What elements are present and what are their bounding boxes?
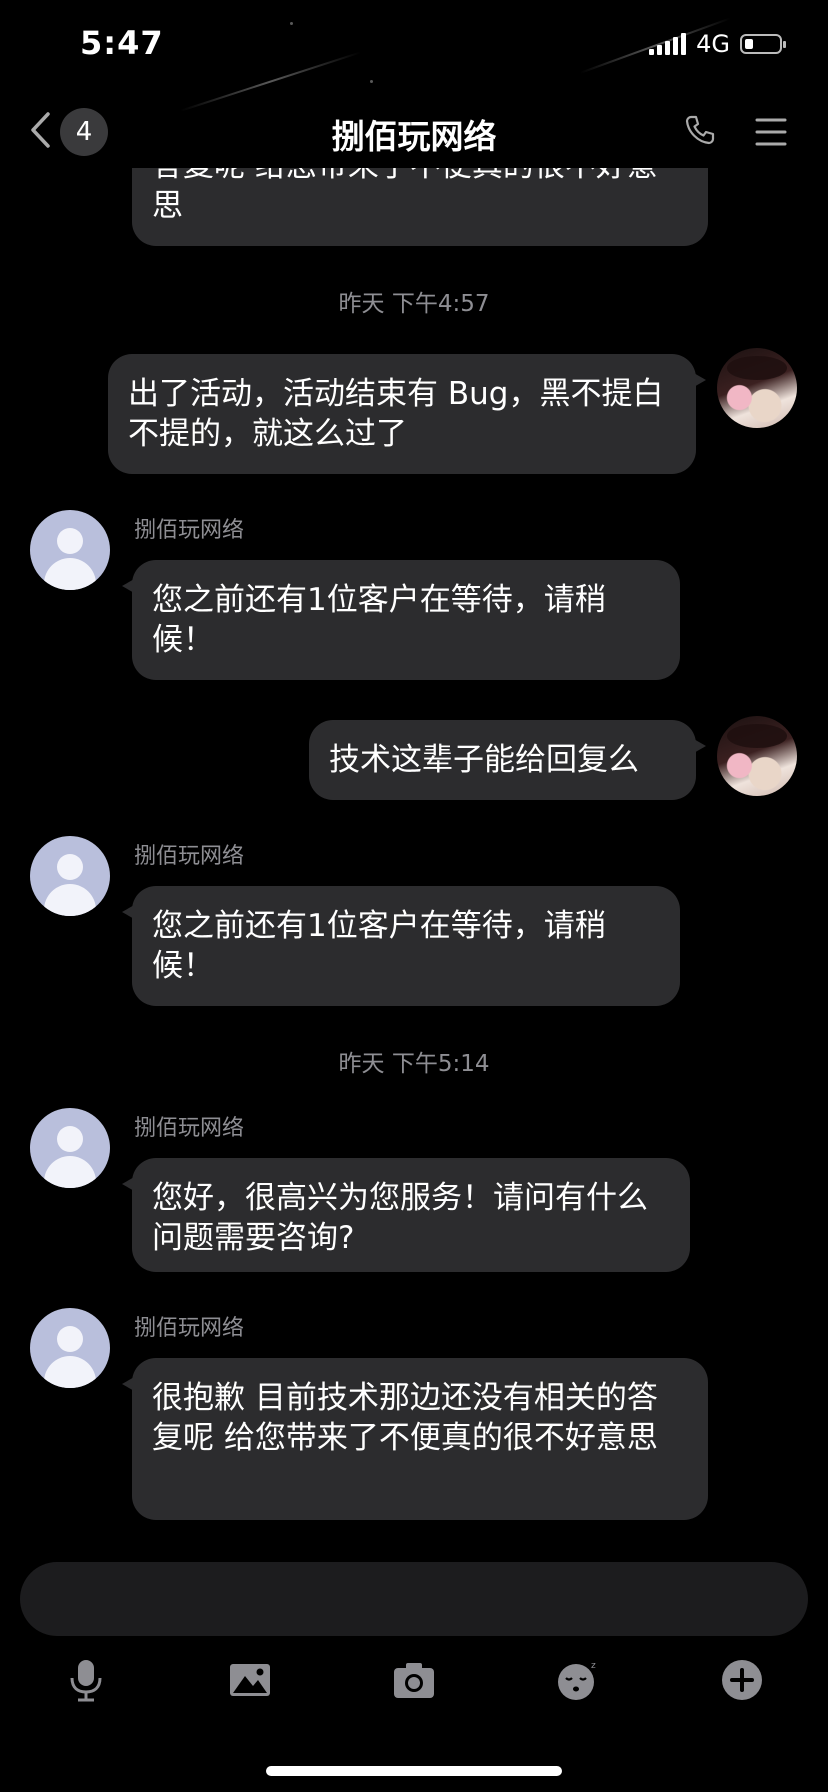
background-star xyxy=(290,22,293,25)
message-bubble-outgoing: 出了活动，活动结束有 Bug，黑不提白不提的，就这么过了 xyxy=(108,354,706,474)
timestamp-separator: 昨天 下午5:14 xyxy=(338,1051,490,1077)
chat-message-list[interactable]: 答复呢 给您带来了不便真的很不好意思 昨天 下午4:57 出了活动，活动结束有 … xyxy=(0,168,828,1553)
sender-name: 捌佰玩网络 xyxy=(134,518,245,543)
message-bubble-incoming: 您好，很高兴为您服务！请问有什么问题需要咨询? xyxy=(122,1158,690,1272)
menu-icon[interactable] xyxy=(755,117,787,147)
sticker-icon[interactable]: z xyxy=(556,1658,600,1702)
sender-name: 捌佰玩网络 xyxy=(134,1116,245,1141)
agent-avatar[interactable] xyxy=(30,510,110,590)
message-bubble-partial: 答复呢 给您带来了不便真的很不好意思 xyxy=(132,168,708,246)
sender-name: 捌佰玩网络 xyxy=(134,1316,245,1341)
message-text: 很抱歉 目前技术那边还没有相关的答复呢 给您带来了不便真的很不好意思 xyxy=(152,1380,658,1456)
network-type: 4G xyxy=(696,30,730,58)
agent-avatar[interactable] xyxy=(30,836,110,916)
agent-avatar[interactable] xyxy=(30,1108,110,1188)
signal-icon xyxy=(649,33,687,55)
agent-avatar[interactable] xyxy=(30,1308,110,1388)
image-icon[interactable] xyxy=(228,1658,272,1702)
phone-icon[interactable] xyxy=(684,114,716,146)
message-text: 您之前还有1位客户在等待，请稍候！ xyxy=(152,582,606,658)
battery-level xyxy=(745,39,753,49)
status-time: 5:47 xyxy=(80,24,164,62)
message-bubble-outgoing: 技术这辈子能给回复么 xyxy=(309,720,706,800)
microphone-icon[interactable] xyxy=(64,1658,108,1702)
status-icons: 4G xyxy=(649,30,786,58)
user-avatar[interactable] xyxy=(717,348,797,428)
message-bubble-incoming: 很抱歉 目前技术那边还没有相关的答复呢 给您带来了不便真的很不好意思 xyxy=(122,1358,708,1520)
timestamp-separator: 昨天 下午4:57 xyxy=(338,291,490,317)
svg-text:z: z xyxy=(591,1661,596,1671)
message-text: 您好，很高兴为您服务！请问有什么问题需要咨询? xyxy=(152,1180,648,1256)
message-text: 出了活动，活动结束有 Bug，黑不提白不提的，就这么过了 xyxy=(128,376,664,452)
background-streak xyxy=(179,51,362,112)
message-bubble-incoming: 您之前还有1位客户在等待，请稍候！ xyxy=(122,560,680,680)
battery-icon xyxy=(740,34,786,54)
message-text: 您之前还有1位客户在等待，请稍候！ xyxy=(152,908,606,984)
background-star xyxy=(370,80,373,83)
camera-icon[interactable] xyxy=(392,1658,436,1702)
user-avatar[interactable] xyxy=(717,716,797,796)
message-bubble-incoming: 您之前还有1位客户在等待，请稍候！ xyxy=(122,886,680,1006)
home-indicator[interactable] xyxy=(266,1766,562,1776)
plus-icon[interactable] xyxy=(720,1658,764,1702)
message-input[interactable] xyxy=(20,1562,808,1636)
message-text: 技术这辈子能给回复么 xyxy=(329,742,639,778)
message-text: 答复呢 给您带来了不便真的很不好意思 xyxy=(152,168,658,224)
sender-name: 捌佰玩网络 xyxy=(134,844,245,869)
